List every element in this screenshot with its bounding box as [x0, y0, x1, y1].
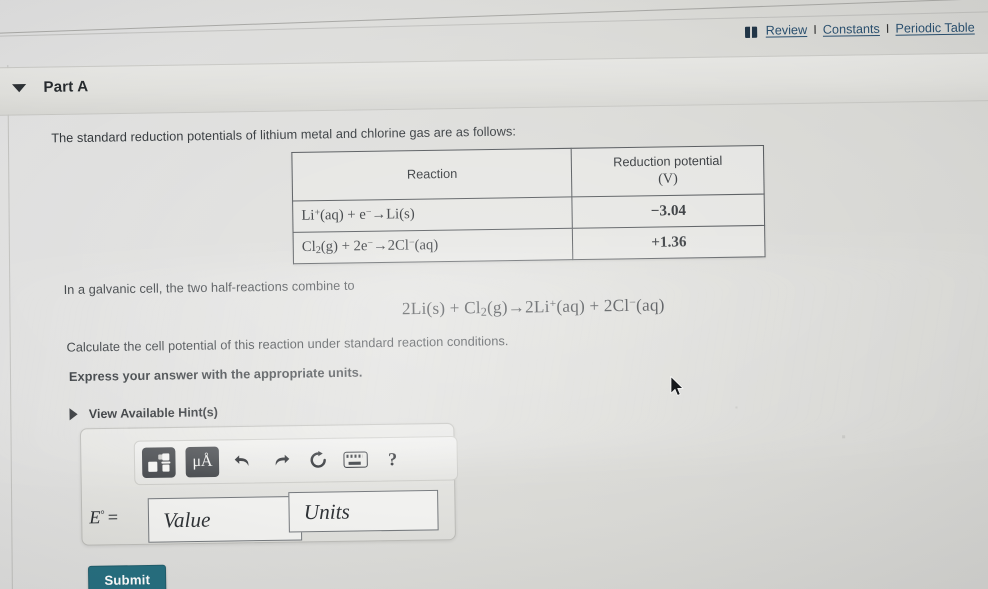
photo-speck [735, 406, 738, 409]
units-icon[interactable]: μÅ [185, 446, 220, 478]
utility-links: Review I Constants I Periodic Table [745, 20, 975, 38]
chevron-down-icon[interactable] [12, 83, 27, 92]
units-glyph-label: μÅ [192, 452, 213, 471]
undo-icon[interactable] [229, 447, 257, 476]
column-header-line2: (V) [658, 171, 678, 187]
template-glyph [148, 452, 171, 473]
value-input[interactable]: Value [147, 495, 303, 543]
math-template-icon[interactable] [141, 447, 176, 479]
book-icon [745, 26, 758, 38]
cell-reaction-chlorine: Cl2(g) + 2e−→2Cl−(aq) [293, 228, 574, 264]
help-icon[interactable]: ? [379, 445, 407, 474]
galvanic-cell-text: In a galvanic cell, the two half-reactio… [63, 278, 355, 298]
cell-potential-lithium: −3.04 [572, 194, 765, 229]
value-placeholder: Value [163, 506, 211, 532]
reset-icon[interactable] [304, 446, 332, 475]
cell-potential-chlorine: +1.36 [572, 225, 766, 260]
question-intro-text: The standard reduction potentials of lit… [51, 124, 517, 146]
answer-toolbar: μÅ ? [133, 435, 459, 486]
calculate-instruction-text: Calculate the cell potential of this rea… [66, 333, 509, 355]
link-separator: I [885, 21, 890, 36]
submit-button[interactable]: Submit [87, 564, 167, 589]
periodic-table-link[interactable]: Periodic Table [895, 20, 974, 35]
answer-variable-label: E° = [89, 506, 119, 528]
overall-reaction-equation: 2Li(s) + Cl2(g)→2Li+(aq) + 2Cl−(aq) [401, 295, 665, 319]
column-header-reduction-potential: Reduction potential (V) [571, 145, 765, 197]
redo-icon[interactable] [266, 446, 294, 475]
view-available-hints-toggle[interactable]: View Available Hint(s) [69, 405, 218, 421]
column-header-reaction: Reaction [291, 148, 573, 202]
table-header-row: Reaction Reduction potential (V) [291, 145, 765, 202]
keyboard-icon[interactable] [341, 445, 369, 474]
part-header[interactable]: Part A [12, 78, 88, 96]
chevron-right-icon[interactable] [69, 408, 78, 421]
units-input[interactable]: Units [288, 489, 439, 533]
express-answer-instruction: Express your answer with the appropriate… [68, 365, 363, 385]
cell-reaction-lithium: Li+(aq) + e−→Li(s) [292, 196, 573, 233]
part-title: Part A [43, 78, 89, 96]
part-header-band [0, 52, 988, 117]
units-placeholder: Units [303, 498, 351, 524]
photo-speck [842, 435, 846, 439]
help-glyph-label: ? [387, 448, 398, 469]
constants-link[interactable]: Constants [823, 22, 880, 37]
link-separator: I [813, 22, 817, 37]
photographed-screen: Review I Constants I Periodic Table Part… [0, 0, 988, 589]
review-link[interactable]: Review [766, 23, 808, 38]
hints-label: View Available Hint(s) [88, 405, 219, 422]
keyboard-glyph [342, 451, 368, 468]
table-row: Cl2(g) + 2e−→2Cl−(aq) +1.36 [293, 225, 766, 264]
reduction-potential-table: Reaction Reduction potential (V) Li+(aq)… [291, 144, 766, 265]
left-margin-rule [7, 65, 13, 589]
